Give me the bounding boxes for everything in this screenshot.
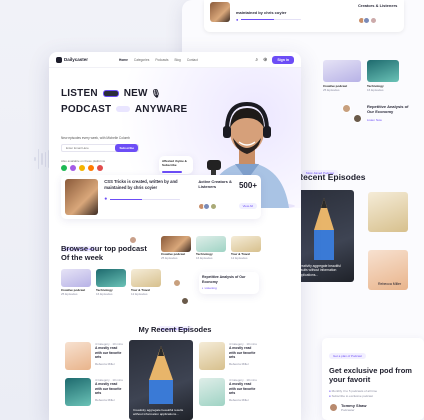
back-featured-card[interactable]: maintained by chris coyier ● Creators & … — [204, 0, 404, 32]
pencil-illustration — [149, 346, 173, 404]
featured-progress-bar[interactable] — [110, 198, 181, 201]
featured-episode-card[interactable]: CSS Tricks is created, written by and ma… — [61, 175, 261, 219]
back-recent-title: Recent Episodes — [297, 172, 366, 182]
recent-center-card[interactable]: Creativity aggregate beautiful results w… — [129, 340, 193, 420]
main-browser-window: Dailycaster Home Categories Podcasts Blo… — [49, 52, 301, 420]
play-icon[interactable]: ● — [104, 196, 107, 202]
category-tile-travel[interactable]: Tour & Travel 12 Episodes — [131, 269, 161, 296]
back-pencil-card[interactable]: Creativity aggregate beautiful results w… — [294, 190, 354, 282]
hero-episode-card[interactable]: Affected rhyme & Subscribe — [159, 156, 193, 174]
featured-stat-value: 500+ — [238, 181, 258, 190]
browse-top-tile-1[interactable]: Creative podcast 25 Episodes — [161, 236, 191, 260]
hero-episode-progress — [162, 171, 182, 173]
mic-icon: 🎙 — [150, 88, 162, 98]
exclusive-person[interactable]: Tommy Shaw Podcaster — [329, 403, 417, 412]
back-listener-avatars — [342, 104, 362, 123]
sign-in-button[interactable]: Sign in — [272, 55, 294, 64]
back-featured-title: maintained by chris coyier — [236, 9, 287, 15]
recent-item-1[interactable]: 4 Category · 10 mins A mostly read with o… — [65, 342, 123, 370]
nav-links: Home Categories Podcasts Blog Contact — [119, 58, 198, 62]
nav-link-podcasts[interactable]: Podcasts — [155, 58, 168, 62]
listen-card[interactable]: Repetitive Analysis of Our Economy ◐ Lis… — [199, 272, 259, 294]
cart-icon[interactable]: ⊕ — [263, 57, 267, 63]
screenshot-stage: maintained by chris coyier ● Creators & … — [0, 0, 424, 420]
back-repetitive-card[interactable]: Repetitive Analysis of Our Economy Liste… — [367, 104, 413, 122]
exclusive-title: Get exclusive pod from your favorit — [329, 366, 412, 384]
featured-stat-label: Active Creators & Listeners — [198, 179, 232, 190]
recent-item-3[interactable]: 4 Category · 10 mins A mostly read with o… — [199, 342, 257, 370]
view-all-button[interactable]: View All — [238, 202, 258, 209]
category-tile-technology[interactable]: Technology 16 Episodes — [96, 269, 126, 296]
nav-link-categories[interactable]: Categories — [134, 58, 149, 62]
apple-podcasts-icon[interactable] — [70, 165, 76, 171]
browse-top-tile-2[interactable]: Technology 16 Episodes — [196, 236, 226, 260]
browse-title: Browse our top podcast Of the week — [61, 244, 147, 262]
spotify-icon[interactable] — [61, 165, 67, 171]
hero-subtitle: New episodes every week, with Michelle C… — [61, 136, 130, 140]
brand-logo[interactable]: Dailycaster — [56, 56, 88, 63]
recent-left-column: 4 Category · 10 mins A mostly read with o… — [65, 342, 123, 406]
category-tile-creative[interactable]: Creative podcast 25 Episodes — [61, 269, 91, 296]
waveform-bar — [37, 149, 39, 169]
back-featured-thumbnail — [210, 2, 230, 22]
top-nav: Dailycaster Home Categories Podcasts Blo… — [49, 52, 301, 68]
subscribe-button[interactable]: Subscribe — [115, 144, 138, 152]
back-tile-creative[interactable]: Creative podcast 25 Episodes — [323, 60, 361, 92]
hero-headline-line2: PODCAST ANYWARE — [61, 104, 188, 115]
back-avatar-group — [358, 11, 398, 29]
browse-top-tile-3[interactable]: Tour & Travel 12 Episodes — [231, 236, 261, 260]
featured-avatars: View All — [198, 197, 258, 215]
recent-title: My Recent Episodes — [138, 325, 212, 334]
back-tile-tech[interactable]: Technology 16 Episodes — [367, 60, 399, 92]
recent-item-2[interactable]: 4 Category · 10 mins A mostly read with o… — [65, 378, 123, 406]
hero-headline-line1: LISTEN NEW 🎙 — [61, 88, 162, 99]
soundcloud-icon[interactable] — [88, 165, 94, 171]
listening-label: ◐ Listening — [202, 286, 217, 291]
pencil-illustration — [314, 198, 334, 260]
back-exclusive-card: Get a plan of Podcast Get exclusive pod … — [322, 338, 424, 420]
back-episode-author: Rebecca Miller — [378, 282, 402, 286]
featured-thumbnail — [65, 179, 99, 215]
nav-link-home[interactable]: Home — [119, 58, 128, 62]
search-icon[interactable]: ⌕ — [255, 57, 258, 63]
back-progress-bar[interactable] — [241, 18, 302, 21]
browse-listener-avatars — [173, 274, 189, 310]
nav-link-blog[interactable]: Blog — [174, 58, 180, 62]
google-podcasts-icon[interactable] — [79, 165, 85, 171]
platform-icons — [61, 165, 103, 171]
email-input[interactable] — [66, 146, 106, 150]
logo-icon — [56, 56, 62, 63]
waveform-bar — [34, 157, 36, 161]
featured-title: CSS Tricks is created, written by and ma… — [104, 179, 178, 190]
email-form: Subscribe — [61, 144, 139, 152]
exclusive-check-1: ● Monthly 3 to 5 podcasts of all time — [329, 389, 378, 393]
arrow-pill-icon — [116, 106, 131, 113]
browse-host-avatar — [129, 236, 137, 244]
back-episode-thumb-1[interactable] — [368, 192, 408, 232]
recent-right-column: 4 Category · 10 mins A mostly read with o… — [199, 342, 257, 406]
play-icon[interactable]: ● — [236, 17, 238, 22]
browse-top-tiles: Creative podcast 25 Episodes Technology 16… — [161, 236, 261, 260]
waveform-bar — [44, 151, 46, 167]
headphone-pill-icon — [102, 89, 119, 97]
nav-link-contact[interactable]: Contact — [187, 58, 198, 62]
browse-category-tiles: Creative podcast 25 Episodes Technology 16… — [61, 269, 161, 296]
youtube-icon[interactable] — [97, 165, 103, 171]
exclusive-check-2: ● Subscribe to exclusive podcast — [329, 394, 373, 398]
exclusive-tag: Get a plan of Podcast — [329, 353, 366, 359]
recent-item-4[interactable]: 4 Category · 10 mins A mostly read with o… — [199, 378, 257, 406]
waveform-bar — [41, 152, 43, 166]
platforms-label: Also available on these platforms — [61, 159, 106, 163]
back-stat-label: Creators & Listeners — [358, 2, 398, 8]
back-category-tiles: Creative podcast 25 Episodes Technology … — [323, 60, 399, 92]
